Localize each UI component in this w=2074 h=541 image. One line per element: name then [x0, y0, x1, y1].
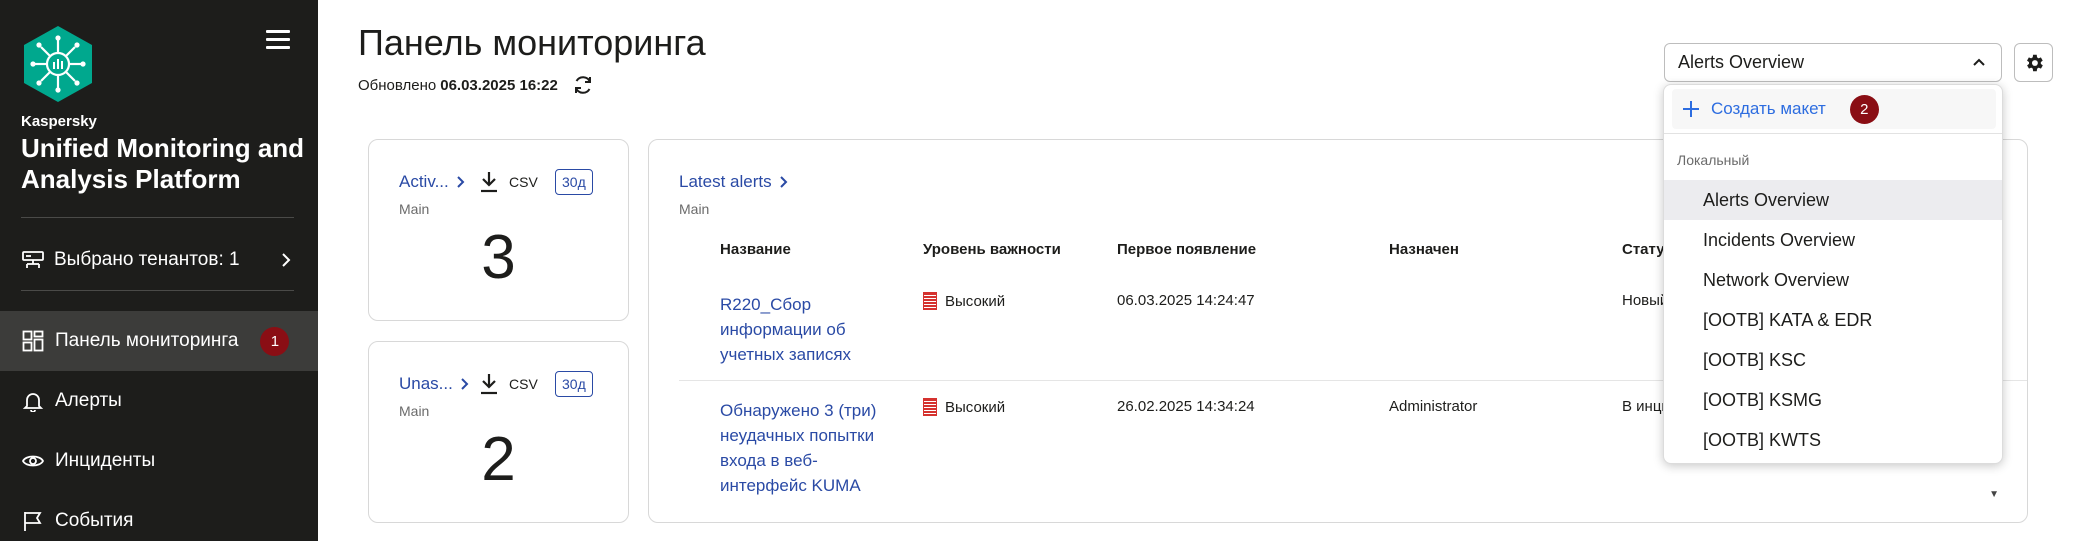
sidebar-item-events[interactable]: События — [0, 491, 318, 541]
dashboard-icon — [22, 330, 44, 352]
period-badge[interactable]: 30д — [555, 169, 593, 195]
last-updated: Обновлено 06.03.2025 16:22 — [358, 74, 594, 96]
csv-label: CSV — [509, 376, 538, 392]
widget-value: 2 — [481, 425, 516, 494]
widget-title-link[interactable]: Unas... — [399, 374, 471, 394]
chevron-right-icon — [282, 253, 291, 267]
dropdown-item[interactable]: Alerts Overview — [1664, 180, 2002, 220]
severity-label: Высокий — [945, 398, 1006, 416]
column-header-first-seen[interactable]: Первое появление — [1117, 241, 1256, 258]
download-icon — [481, 172, 497, 193]
first-seen-cell: 06.03.2025 14:24:47 — [1117, 292, 1255, 309]
alert-name-link[interactable]: Обнаружено 3 (три) неудачных попытки вхо… — [720, 398, 900, 498]
settings-button[interactable] — [2014, 43, 2053, 82]
menu-icon[interactable] — [266, 30, 290, 52]
page-title: Панель мониторинга — [358, 22, 706, 63]
dropdown-item[interactable]: [OOTB] KSMG — [1664, 380, 2002, 420]
widget-value: 3 — [481, 223, 516, 292]
widget-title-link[interactable]: Activ... — [399, 172, 467, 192]
chevron-up-icon — [1973, 58, 1985, 66]
download-csv-button[interactable]: CSV — [479, 373, 538, 395]
dropdown-item[interactable]: Network Overview — [1664, 260, 2002, 300]
widget-title: Unas... — [399, 374, 453, 393]
tenant-selector[interactable]: Выбрано тенантов: 1 — [0, 238, 318, 282]
sidebar-item-dashboard[interactable]: Панель мониторинга 1 — [0, 311, 318, 371]
column-header-severity[interactable]: Уровень важности — [923, 241, 1061, 258]
dropdown-item[interactable]: [OOTB] KWTS — [1664, 420, 2002, 460]
severity-label: Высокий — [945, 292, 1006, 310]
sidebar-divider — [21, 290, 294, 291]
flag-icon — [24, 512, 42, 531]
widget-subtitle: Main — [399, 403, 430, 419]
widget-subtitle: Main — [679, 201, 710, 217]
column-header-name[interactable]: Название — [720, 241, 791, 258]
severity-cell: Высокий — [923, 398, 1005, 416]
bell-icon — [22, 393, 44, 412]
dropdown-item[interactable]: [OOTB] KSC — [1664, 340, 2002, 380]
chevron-right-icon — [461, 378, 469, 390]
download-csv-button[interactable]: CSV — [479, 171, 538, 193]
widget-active-alerts: Activ... Main CSV 30д 3 — [368, 139, 629, 321]
first-seen-cell: 26.02.2025 14:34:24 — [1117, 398, 1255, 415]
severity-high-icon — [923, 292, 937, 310]
refresh-icon[interactable] — [572, 74, 594, 96]
severity-cell: Высокий — [923, 292, 1005, 310]
chevron-right-icon — [457, 176, 465, 188]
updated-value: 06.03.2025 16:22 — [440, 76, 558, 94]
widget-subtitle: Main — [399, 201, 430, 217]
eye-icon — [22, 455, 44, 467]
dropdown-item[interactable]: Incidents Overview — [1664, 220, 2002, 260]
widget-title: Latest alerts — [679, 172, 772, 191]
plus-icon — [1683, 101, 1699, 117]
csv-label: CSV — [509, 174, 538, 190]
annotation-badge: 2 — [1849, 94, 1879, 124]
tenant-icon — [22, 251, 44, 268]
sidebar-item-label: Алерты — [55, 390, 122, 411]
brand-vendor: Kaspersky — [21, 113, 97, 130]
sidebar-item-label: Панель мониторинга — [55, 330, 239, 351]
assigned-cell: Administrator — [1389, 398, 1478, 415]
layout-select[interactable]: Alerts Overview — [1664, 43, 2002, 82]
brand-product: Unified Monitoring and Analysis Platform — [21, 133, 305, 194]
column-header-assigned[interactable]: Назначен — [1389, 241, 1459, 258]
alert-name-link[interactable]: R220_Сбор информации об учетных записях — [720, 292, 900, 367]
sidebar: Kaspersky Unified Monitoring and Analysi… — [0, 0, 318, 541]
sidebar-item-incidents[interactable]: Инциденты — [0, 431, 318, 491]
create-layout-button[interactable]: Создать макет 2 — [1672, 89, 1996, 129]
dropdown-group-label: Локальный — [1677, 152, 1750, 168]
chevron-right-icon — [779, 176, 788, 188]
layout-select-value: Alerts Overview — [1678, 52, 1805, 72]
period-badge[interactable]: 30д — [555, 371, 593, 397]
tenant-label: Выбрано тенантов: 1 — [54, 249, 240, 270]
annotation-badge: 1 — [260, 326, 290, 356]
create-layout-label: Создать макет — [1711, 99, 1826, 118]
layout-dropdown-menu: Создать макет 2 Локальный Alerts Overvie… — [1663, 84, 2003, 464]
kaspersky-logo-icon — [21, 24, 95, 104]
sidebar-item-label: События — [55, 510, 134, 531]
sidebar-divider — [21, 217, 294, 218]
widget-title-link[interactable]: Latest alerts — [679, 172, 790, 192]
scroll-down-icon[interactable]: ▼ — [1989, 489, 1999, 500]
sidebar-item-alerts[interactable]: Алерты — [0, 371, 318, 431]
dropdown-item[interactable]: [OOTB] KATA & EDR — [1664, 300, 2002, 340]
dropdown-divider — [1664, 133, 2002, 134]
updated-label: Обновлено — [358, 76, 437, 94]
status-cell: Новый — [1622, 292, 1669, 309]
widget-title: Activ... — [399, 172, 449, 191]
widget-unassigned-alerts: Unas... Main CSV 30д 2 — [368, 341, 629, 523]
download-icon — [481, 374, 497, 395]
gear-icon — [2026, 54, 2043, 71]
sidebar-item-label: Инциденты — [55, 450, 156, 471]
severity-high-icon — [923, 398, 937, 416]
